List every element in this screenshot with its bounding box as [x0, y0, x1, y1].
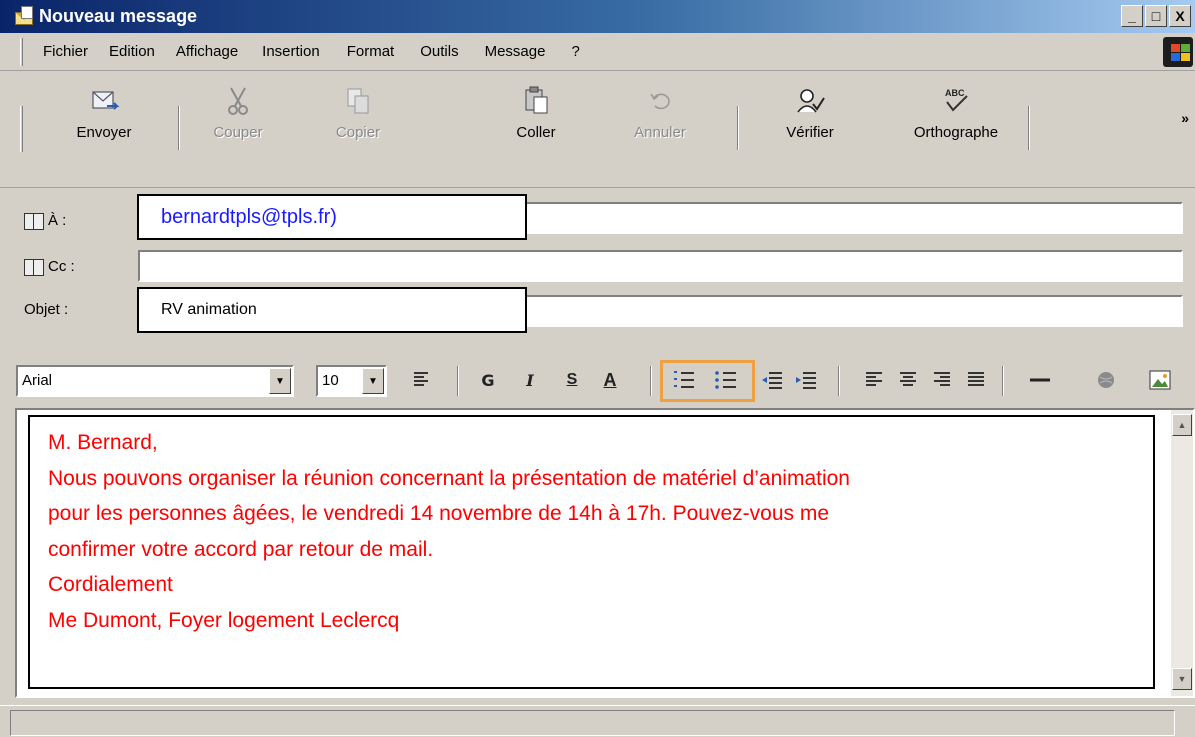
format-separator: [1002, 366, 1004, 396]
toolbar-separator: [1028, 106, 1030, 150]
message-line: confirmer votre accord par retour de mai…: [48, 537, 434, 561]
format-separator: [838, 366, 840, 396]
chevron-down-icon[interactable]: ▼: [269, 368, 291, 394]
new-message-icon: [13, 5, 35, 28]
toolbar-separator: [178, 106, 180, 150]
address-book-icon[interactable]: [24, 258, 44, 276]
to-label: À :: [48, 212, 67, 229]
font-value: Arial: [22, 372, 53, 389]
message-line: pour les personnes âgées, le vendredi 14…: [48, 502, 829, 525]
spelling-icon: ABC: [945, 88, 968, 112]
cut-label: Couper: [213, 124, 263, 141]
paste-icon: [525, 86, 548, 114]
message-text[interactable]: M. Bernard, Nous pouvons organiser la ré…: [28, 415, 1155, 689]
vertical-scrollbar[interactable]: ▲ ▼: [1171, 410, 1193, 696]
format-separator: [650, 366, 652, 396]
windows-logo-icon: [1163, 37, 1193, 67]
message-line: Me Dumont, Foyer logement Leclercq: [48, 608, 400, 632]
insert-picture-icon[interactable]: [1148, 368, 1172, 392]
menu-message[interactable]: Message: [485, 43, 546, 60]
toolbar-separator: [737, 106, 739, 150]
copy-icon: [347, 88, 369, 114]
undo-button[interactable]: Annuler: [620, 84, 700, 184]
close-button[interactable]: X: [1169, 5, 1191, 27]
hyperlink-globe-icon[interactable]: [1094, 368, 1118, 392]
paragraph-style-icon[interactable]: [410, 368, 434, 392]
menu-bar: Fichier Edition Affichage Insertion Form…: [0, 33, 1195, 71]
increase-indent-icon[interactable]: [794, 368, 818, 392]
font-select[interactable]: Arial ▼: [16, 365, 294, 397]
bulleted-list-icon[interactable]: [714, 368, 738, 392]
menu-outils[interactable]: Outils: [420, 43, 458, 60]
font-size-value: 10: [322, 372, 339, 389]
check-names-icon: [797, 89, 825, 113]
check-names-button[interactable]: Vérifier: [770, 84, 850, 184]
font-color-button[interactable]: A: [598, 368, 622, 392]
to-input-value[interactable]: bernardtpls@tpls.fr): [137, 194, 527, 240]
spelling-label: Orthographe: [913, 124, 999, 141]
to-label-row: À :: [24, 212, 67, 230]
maximize-button[interactable]: □: [1145, 5, 1167, 27]
address-book-icon[interactable]: [24, 212, 44, 230]
status-panel: [10, 710, 1175, 736]
copy-button[interactable]: Copier: [326, 84, 390, 184]
toolbar-more-chevron-icon[interactable]: »: [1181, 110, 1189, 126]
main-toolbar: Envoyer Couper Copier Coller Annuler Vér…: [0, 72, 1195, 188]
check-names-label: Vérifier: [786, 124, 834, 141]
justify-icon[interactable]: [964, 368, 988, 392]
message-line: Nous pouvons organiser la réunion concer…: [48, 466, 850, 490]
subject-input-value[interactable]: RV animation: [137, 287, 527, 333]
horizontal-line-icon[interactable]: [1028, 368, 1052, 392]
menu-insertion[interactable]: Insertion: [262, 43, 320, 60]
svg-text:ABC: ABC: [945, 88, 965, 98]
chevron-down-icon[interactable]: ▼: [362, 368, 384, 394]
format-bar: Arial ▼ 10 ▼ G I S A: [0, 352, 1195, 402]
cc-field[interactable]: [138, 250, 1183, 282]
menu-edition[interactable]: Edition: [109, 43, 155, 60]
align-center-icon[interactable]: [896, 368, 920, 392]
message-line: M. Bernard,: [48, 431, 158, 454]
menu-grip[interactable]: [20, 37, 23, 66]
cc-label-row: Cc :: [24, 258, 75, 276]
send-label: Envoyer: [76, 124, 132, 141]
paste-button[interactable]: Coller: [504, 84, 568, 184]
align-right-icon[interactable]: [930, 368, 954, 392]
cut-button[interactable]: Couper: [206, 84, 270, 184]
scissors-icon: [228, 87, 248, 115]
paste-label: Coller: [516, 124, 556, 141]
menu-format[interactable]: Format: [347, 43, 395, 60]
subject-label: Objet :: [24, 301, 69, 318]
bold-button[interactable]: G: [476, 368, 500, 392]
font-size-select[interactable]: 10 ▼: [316, 365, 387, 397]
send-button[interactable]: Envoyer: [58, 84, 150, 184]
cc-label: Cc :: [48, 258, 75, 275]
numbered-list-icon[interactable]: [672, 368, 696, 392]
status-bar: [0, 705, 1195, 737]
menu-affichage[interactable]: Affichage: [176, 43, 238, 60]
send-icon: [92, 91, 120, 110]
title-bar: Nouveau message _ □ X: [0, 0, 1195, 33]
toolbar-grip[interactable]: [20, 106, 23, 152]
window-title: Nouveau message: [39, 6, 198, 26]
menu-help[interactable]: ?: [571, 43, 579, 60]
minimize-button[interactable]: _: [1121, 5, 1143, 27]
italic-button[interactable]: I: [518, 368, 542, 392]
decrease-indent-icon[interactable]: [760, 368, 784, 392]
copy-label: Copier: [335, 124, 381, 141]
spelling-button[interactable]: ABC Orthographe: [886, 84, 1026, 184]
underline-button[interactable]: S: [560, 368, 584, 392]
menu-fichier[interactable]: Fichier: [43, 43, 88, 60]
scroll-down-icon[interactable]: ▼: [1172, 668, 1192, 690]
scroll-up-icon[interactable]: ▲: [1172, 414, 1192, 436]
align-left-icon[interactable]: [862, 368, 886, 392]
undo-label: Annuler: [634, 124, 686, 141]
format-separator: [457, 366, 459, 396]
message-line: Cordialement: [48, 573, 173, 596]
window-controls: _ □ X: [1121, 5, 1191, 27]
undo-icon: [650, 93, 670, 110]
